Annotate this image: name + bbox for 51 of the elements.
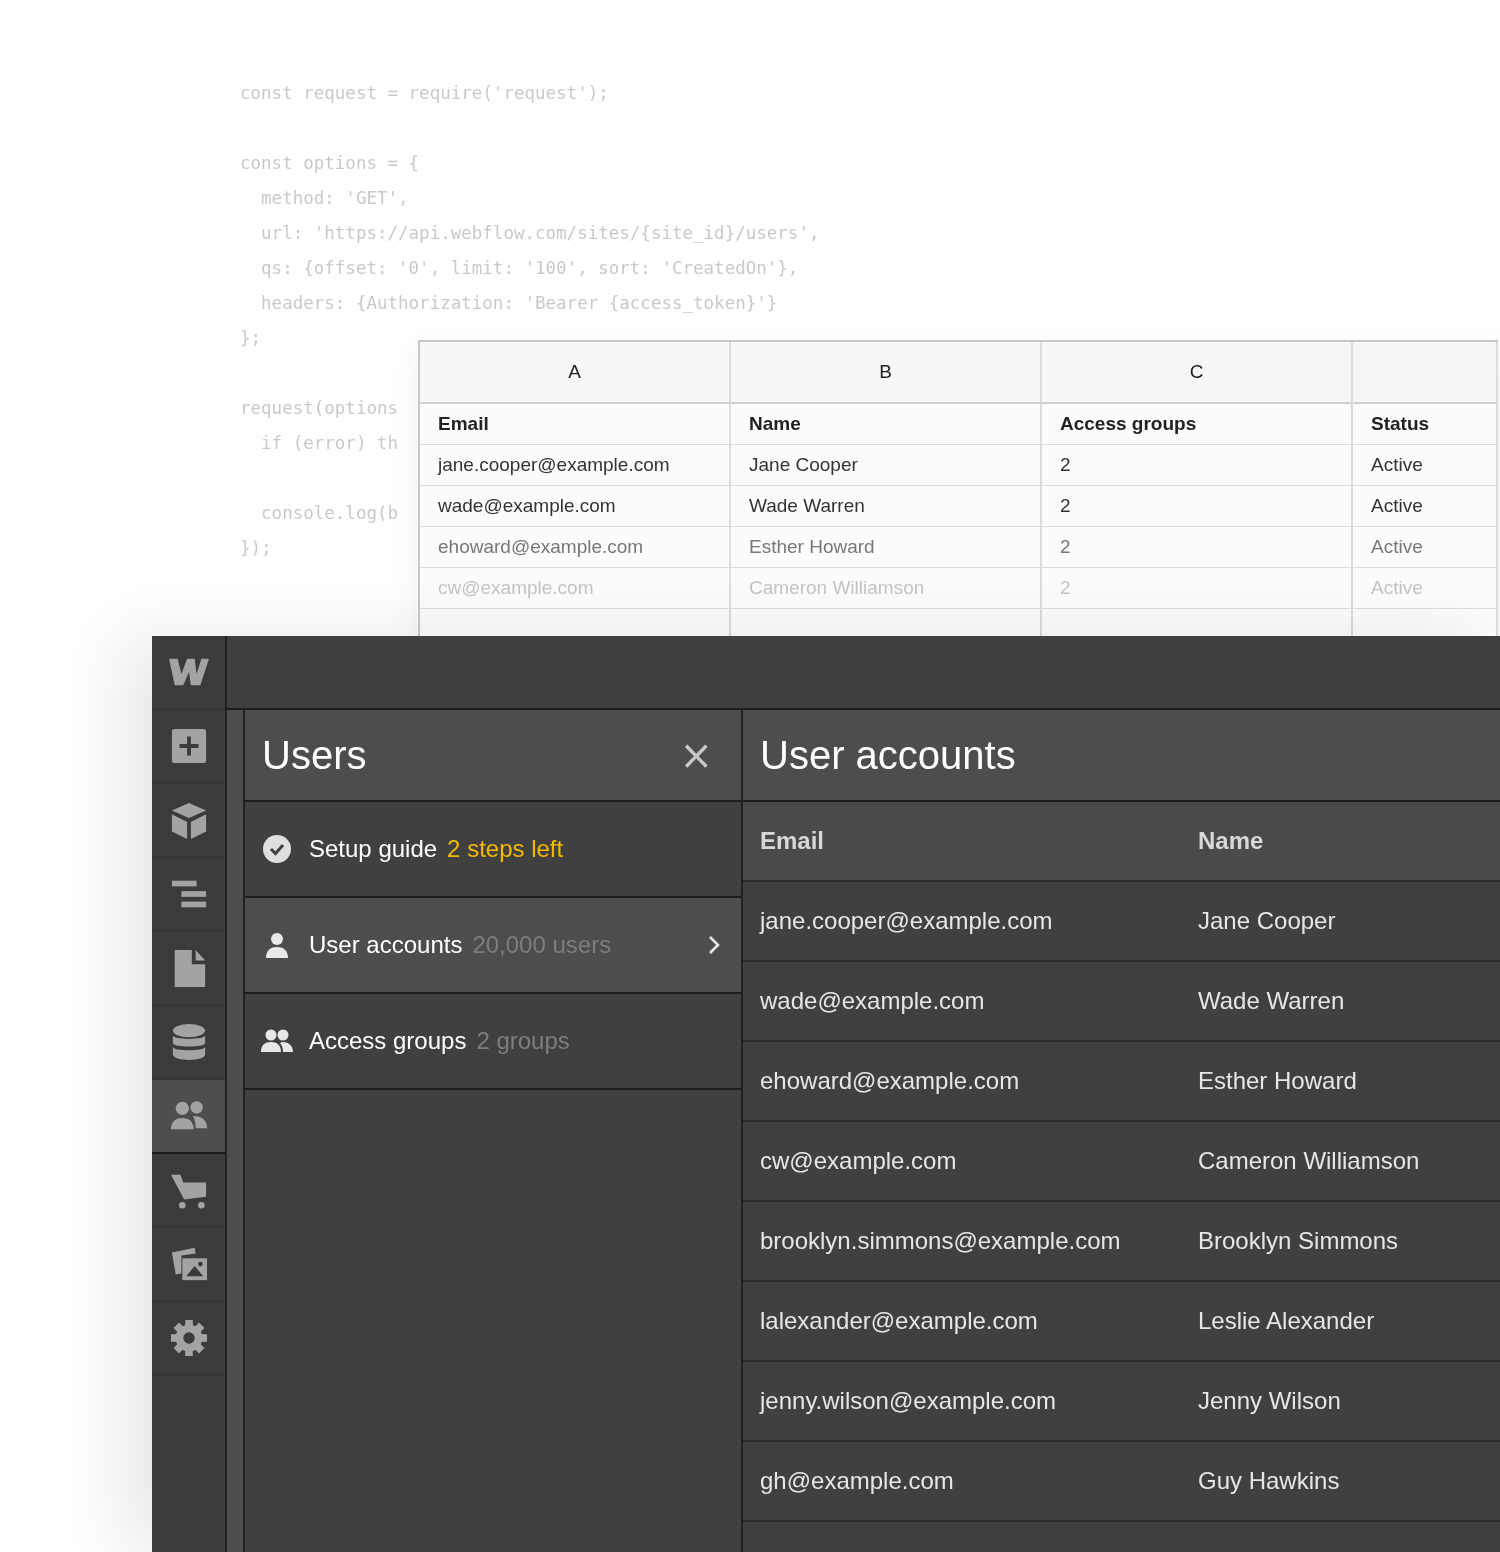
item-label: Setup guide <box>309 835 438 863</box>
item-count: 2 groups <box>476 1027 570 1055</box>
table-cell: Active <box>1353 486 1498 527</box>
table-cell: Active <box>1353 527 1498 568</box>
table-cell: ehoward@example.com <box>743 1042 1181 1122</box>
table-cell: 2 <box>1042 527 1353 568</box>
table-cell: Esther Howard <box>1181 1042 1500 1122</box>
column-header: Name <box>1181 802 1500 882</box>
table-cell: gh@example.com <box>743 1442 1181 1522</box>
close-button[interactable]: × <box>675 735 717 775</box>
column-header: Email <box>420 404 731 445</box>
table-cell: Cameron Williamson <box>1181 1122 1500 1202</box>
table-cell: Esther Howard <box>731 527 1042 568</box>
panel-title: User accounts <box>760 732 1016 778</box>
item-label: User accounts <box>309 931 463 959</box>
table-cell: Jenny Wilson <box>1181 1362 1500 1442</box>
table-cell: Wade Warren <box>1181 962 1500 1042</box>
table-cell: jane.cooper@example.com <box>420 445 731 486</box>
table-cell: Active <box>1353 568 1498 609</box>
table-cell: Active <box>1353 445 1498 486</box>
column-letter: C <box>1042 342 1353 404</box>
table-cell: Jane Cooper <box>731 445 1042 486</box>
table-cell: Wade Warren <box>731 486 1042 527</box>
item-count: 2 steps left <box>447 835 564 863</box>
table-cell: lalexander@example.com <box>743 1282 1181 1362</box>
table-cell: cw@example.com <box>743 1122 1181 1202</box>
table-cell: Jane Cooper <box>1181 882 1500 962</box>
table-cell: Cameron Williamson <box>731 568 1042 609</box>
panel-title: Users <box>262 732 367 778</box>
item-label: Access groups <box>309 1027 467 1055</box>
column-header: Email <box>743 802 1181 882</box>
table-cell: 2 <box>1042 568 1353 609</box>
column-letter: B <box>731 342 1042 404</box>
table-cell: Guy Hawkins <box>1181 1442 1500 1522</box>
table-cell: wade@example.com <box>743 962 1181 1042</box>
column-header: Status <box>1353 404 1498 445</box>
column-header: Access groups <box>1042 404 1353 445</box>
table-cell: Leslie Alexander <box>1181 1282 1500 1362</box>
table-cell: 2 <box>1042 445 1353 486</box>
column-letter: A <box>420 342 731 404</box>
table-cell: brooklyn.simmons@example.com <box>743 1202 1181 1282</box>
table-cell: 2 <box>1042 486 1353 527</box>
code-line: }); <box>240 537 272 560</box>
table-cell: wade@example.com <box>420 486 731 527</box>
table-cell: ehoward@example.com <box>420 527 731 568</box>
code-line: }; <box>240 327 262 350</box>
table-cell: jane.cooper@example.com <box>743 882 1181 962</box>
table-cell: Brooklyn Simmons <box>1181 1202 1500 1282</box>
column-header: Name <box>731 404 1042 445</box>
table-cell: jenny.wilson@example.com <box>743 1362 1181 1442</box>
table-cell: cw@example.com <box>420 568 731 609</box>
